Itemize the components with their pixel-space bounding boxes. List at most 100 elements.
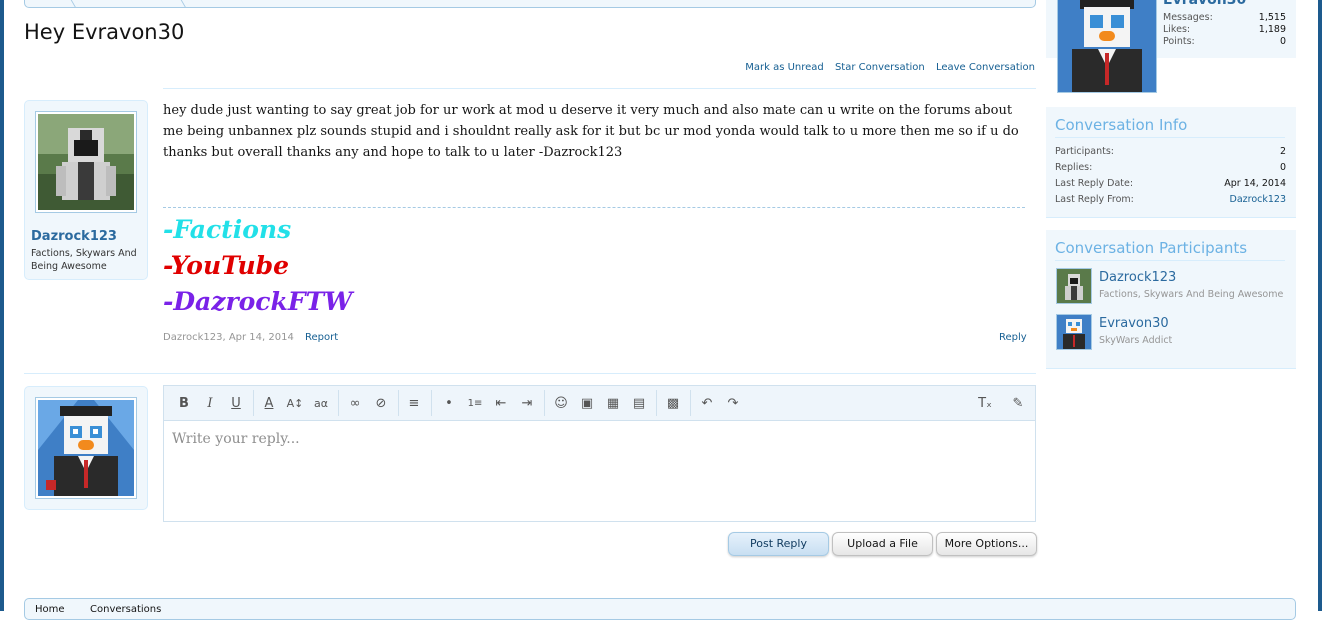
report-link[interactable]: Report <box>305 332 338 343</box>
info-last-reply-from: Last Reply From: Dazrock123 <box>1055 194 1286 205</box>
reply-link[interactable]: Reply <box>999 332 1027 343</box>
insert-icon[interactable]: ▤ <box>630 395 648 413</box>
text-color-icon[interactable]: A <box>260 395 278 413</box>
info-value: Apr 14, 2014 <box>1224 178 1286 189</box>
indent-icon[interactable]: ⇥ <box>518 395 536 413</box>
signature-text: -DazrockFTW <box>163 287 353 316</box>
breadcrumb-bottom: Home Conversations <box>24 598 1296 620</box>
avatar-image <box>1057 315 1091 349</box>
message-meta: Dazrock123, Apr 14, 2014 Report <box>163 332 338 343</box>
breadcrumb-separator <box>159 0 186 7</box>
signature-line-factions: -Factions <box>163 215 291 244</box>
visitor-avatar[interactable] <box>1057 0 1157 93</box>
font-family-icon[interactable]: aα <box>312 395 330 413</box>
breadcrumb-separator <box>49 0 76 7</box>
meta-author[interactable]: Dazrock123 <box>163 332 222 343</box>
remove-format-icon[interactable]: Tₓ <box>976 395 994 413</box>
info-last-reply-date: Last Reply Date: Apr 14, 2014 <box>1055 178 1286 189</box>
window-frame-right <box>1318 0 1322 611</box>
font-size-icon[interactable]: A↕ <box>286 395 304 413</box>
media-icon[interactable]: ▦ <box>604 395 622 413</box>
info-value: 2 <box>1279 146 1286 157</box>
info-label: Replies: <box>1055 162 1093 173</box>
message-user-block: Dazrock123 Factions, Skywars And Being A… <box>24 100 148 280</box>
stat-value: 1,189 <box>1258 24 1286 35</box>
message-body: hey dude just wanting to say great job f… <box>163 103 1019 160</box>
participant-avatar-evravon30[interactable] <box>1056 314 1092 350</box>
toolbar-separator <box>398 390 399 416</box>
stat-label: Points: <box>1163 36 1195 47</box>
signature-text: -YouTube <box>163 251 290 280</box>
signature-line-youtube: -YouTube <box>163 251 289 280</box>
toolbar-separator <box>690 390 691 416</box>
info-label: Last Reply From: <box>1055 194 1134 205</box>
toolbar-separator <box>338 390 339 416</box>
post-reply-button[interactable]: Post Reply <box>728 532 829 556</box>
redo-icon[interactable]: ↷ <box>724 395 742 413</box>
info-replies: Replies: 0 <box>1055 162 1286 173</box>
signature-divider <box>163 207 1025 208</box>
breadcrumb-top[interactable] <box>24 0 1036 8</box>
italic-icon[interactable]: I <box>201 395 219 413</box>
upload-file-button[interactable]: Upload a File <box>832 532 933 556</box>
toolbar-separator <box>431 390 432 416</box>
conversation-actions: Mark as Unread Star Conversation Leave C… <box>737 62 1035 73</box>
stat-label: Messages: <box>1163 12 1213 23</box>
visitor-name[interactable]: Evravon30 <box>1163 0 1246 8</box>
avatar-dazrock123[interactable] <box>35 111 137 213</box>
participant-name-evravon30[interactable]: Evravon30 <box>1099 316 1169 331</box>
info-participants: Participants: 2 <box>1055 146 1286 157</box>
info-value-link[interactable]: Dazrock123 <box>1230 194 1287 205</box>
message-author-name[interactable]: Dazrock123 <box>31 229 117 244</box>
save-draft-icon[interactable]: ▩ <box>664 395 682 413</box>
reply-user-block <box>24 386 148 510</box>
toggle-bbcode-icon[interactable]: ✎ <box>1009 395 1027 413</box>
avatar-image <box>38 400 134 496</box>
message-author-title: Factions, Skywars And Being Awesome <box>31 248 137 272</box>
stat-label: Likes: <box>1163 24 1191 35</box>
visitor-stat-likes: Likes: 1,189 <box>1163 24 1286 35</box>
avatar-image <box>1058 0 1156 92</box>
page-title: Hey Evravon30 <box>24 20 185 44</box>
participant-avatar-dazrock123[interactable] <box>1056 268 1092 304</box>
star-conversation-link[interactable]: Star Conversation <box>835 62 925 73</box>
participants-panel: Conversation Participants Dazrock123 Fac… <box>1046 230 1296 369</box>
leave-conversation-link[interactable]: Leave Conversation <box>936 62 1035 73</box>
link-icon[interactable]: ∞ <box>346 395 364 413</box>
smilie-icon[interactable]: ☺ <box>552 395 570 413</box>
reply-input-placeholder[interactable]: Write your reply... <box>172 431 300 447</box>
participants-heading: Conversation Participants <box>1055 239 1285 261</box>
mark-unread-link[interactable]: Mark as Unread <box>745 62 824 73</box>
conversation-info-panel: Conversation Info Participants: 2 Replies… <box>1046 107 1296 218</box>
window-frame-left <box>0 0 4 611</box>
more-options-button[interactable]: More Options... <box>936 532 1037 556</box>
toolbar-separator <box>253 390 254 416</box>
outdent-icon[interactable]: ⇤ <box>492 395 510 413</box>
editor-toolbar: B I U A A↕ aα ∞ ⊘ ≡ • 1≡ ⇤ ⇥ ☺ ▣ ▦ ▤ ▩ ↶… <box>164 386 1035 421</box>
stat-value: 0 <box>1279 36 1286 47</box>
bullet-list-icon[interactable]: • <box>440 395 458 413</box>
signature-line-dazrockftw: -DazrockFTW <box>163 287 352 316</box>
toolbar-separator <box>544 390 545 416</box>
bold-icon[interactable]: B <box>175 395 193 413</box>
toolbar-separator <box>656 390 657 416</box>
breadcrumb-conversations[interactable]: Conversations <box>90 604 161 615</box>
breadcrumb-home[interactable]: Home <box>35 604 65 615</box>
avatar-evravon30[interactable] <box>35 397 137 499</box>
info-value: 0 <box>1279 162 1286 173</box>
undo-icon[interactable]: ↶ <box>698 395 716 413</box>
visitor-stat-points: Points: 0 <box>1163 36 1286 47</box>
image-icon[interactable]: ▣ <box>578 395 596 413</box>
info-label: Participants: <box>1055 146 1115 157</box>
conversation-info-heading: Conversation Info <box>1055 116 1285 138</box>
message-divider <box>163 88 1036 89</box>
underline-icon[interactable]: U <box>227 395 245 413</box>
participant-name-dazrock123[interactable]: Dazrock123 <box>1099 270 1176 285</box>
post-divider <box>24 373 1036 374</box>
visitor-stat-messages: Messages: 1,515 <box>1163 12 1286 23</box>
numbered-list-icon[interactable]: 1≡ <box>466 395 484 413</box>
unlink-icon[interactable]: ⊘ <box>372 395 390 413</box>
stat-value: 1,515 <box>1258 12 1286 23</box>
align-icon[interactable]: ≡ <box>405 395 423 413</box>
reply-editor[interactable]: B I U A A↕ aα ∞ ⊘ ≡ • 1≡ ⇤ ⇥ ☺ ▣ ▦ ▤ ▩ ↶… <box>163 385 1036 522</box>
